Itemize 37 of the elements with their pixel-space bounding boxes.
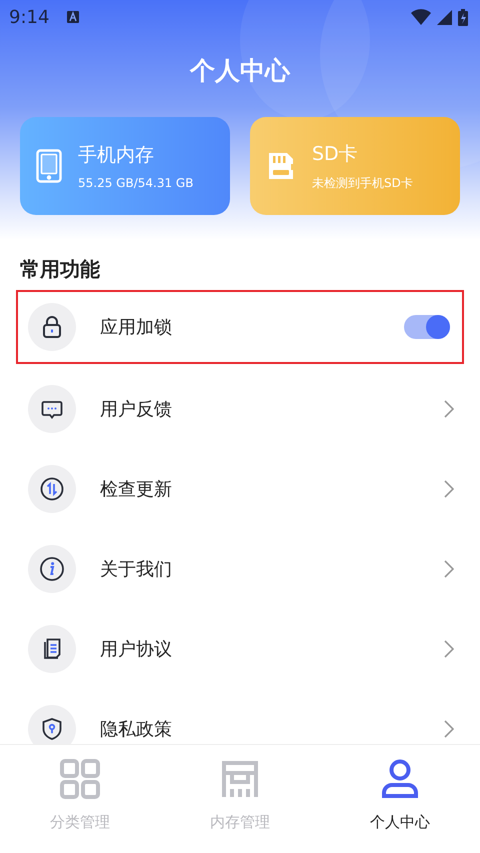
menu-label: 应用加锁: [100, 316, 172, 339]
chevron-icon: [444, 720, 454, 738]
menu-item[interactable]: 关于我们: [16, 529, 464, 609]
sd-card-icon: [266, 151, 296, 181]
card-title: SD卡: [312, 142, 359, 166]
update-icon: [39, 476, 65, 502]
card-subtitle: 未检测到手机SD卡: [312, 174, 413, 192]
wifi-icon: [411, 9, 431, 25]
info-icon: [39, 556, 65, 582]
menu-label: 用户反馈: [100, 398, 172, 421]
battery-icon: [458, 8, 468, 26]
card-subtitle: 55.25 GB/54.31 GB: [78, 176, 194, 190]
menu-label: 隐私政策: [100, 718, 172, 741]
chevron-icon: [444, 480, 454, 498]
tablet-icon: [36, 149, 62, 183]
chevron-icon: [444, 640, 454, 658]
status-time: 9:14: [9, 6, 50, 28]
menu-label: 检查更新: [100, 478, 172, 501]
chevron-icon: [444, 400, 454, 418]
signal-icon: [437, 10, 452, 24]
section-title: 常用功能: [19, 256, 101, 283]
page-title: 个人中心: [188, 55, 292, 87]
menu-item[interactable]: 用户协议: [16, 609, 464, 689]
chevron-icon: [444, 560, 454, 578]
nav-tab[interactable]: 个人中心: [320, 745, 480, 845]
menu-item[interactable]: 用户反馈: [16, 369, 464, 449]
menu-label: 关于我们: [100, 558, 172, 581]
card-title: 手机内存: [78, 143, 155, 168]
notification-icon: [67, 11, 80, 23]
grid-icon: [60, 758, 100, 798]
menu-item[interactable]: 应用加锁: [16, 290, 464, 364]
menu-item[interactable]: 隐私政策: [16, 689, 464, 744]
storage-icon: [220, 758, 260, 798]
person-icon: [380, 758, 420, 798]
menu-item[interactable]: 检查更新: [16, 449, 464, 529]
menu-label: 用户协议: [100, 638, 172, 661]
toggle-switch[interactable]: [404, 315, 450, 339]
